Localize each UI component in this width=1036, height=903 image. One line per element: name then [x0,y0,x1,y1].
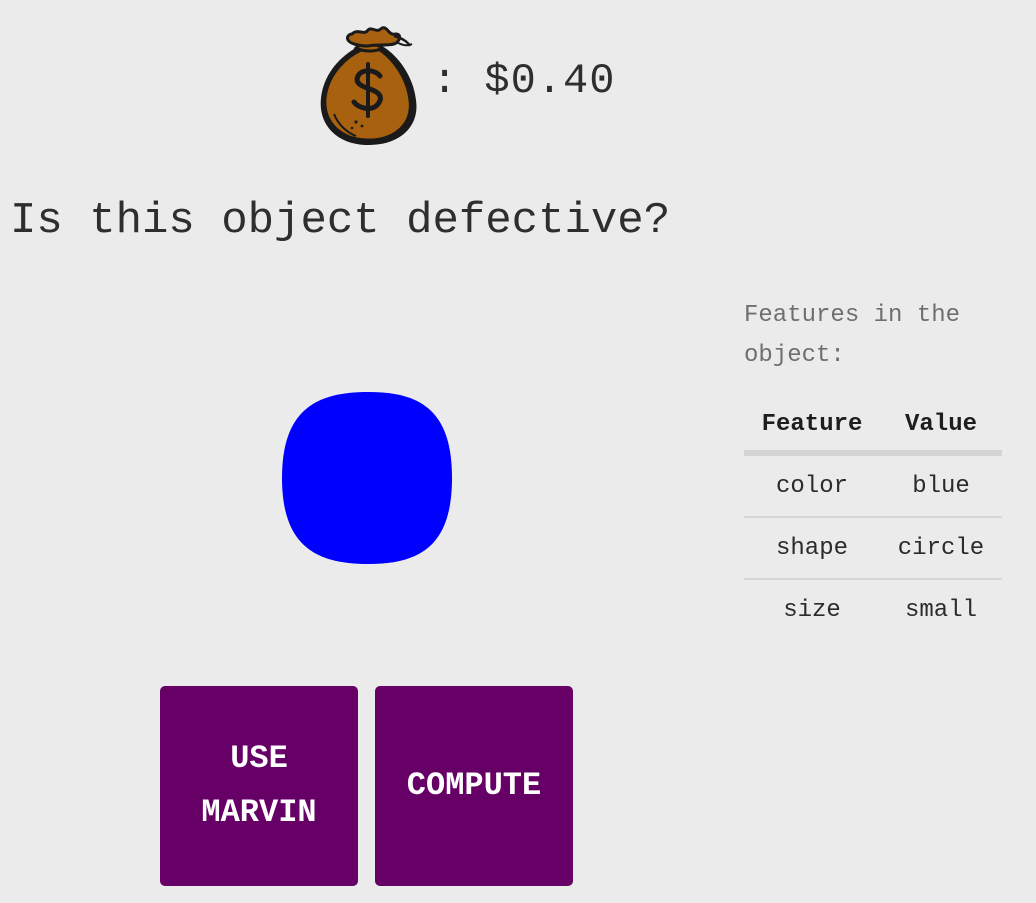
object-display [282,392,452,564]
feature-value: small [904,596,977,624]
feature-name: size [783,596,841,624]
feature-value: blue [880,453,1002,518]
balance-amount: : $0.40 [432,57,616,105]
use-marvin-button[interactable]: USE MARVIN [160,686,358,886]
object-shape [282,392,452,564]
features-caption: Features in the object: [744,302,961,369]
table-header-row: Feature Value [744,398,1002,456]
feature-name: color [744,453,880,518]
header: : $0.40 [0,0,1036,160]
feature-table: Feature Value color blue shape circle si… [744,398,1002,640]
feature-value: circle [880,517,1002,580]
features-panel: Features in the object: Feature Value co… [744,296,1004,640]
table-row: size small [744,579,1002,640]
feature-name: shape [744,517,880,580]
table-row: shape circle [744,517,1002,580]
column-header-feature: Feature [744,398,880,456]
table-row: color blue [744,453,1002,518]
money-bag-icon [320,26,417,146]
question-heading: Is this object defective? [10,196,671,246]
compute-button[interactable]: COMPUTE [375,686,573,886]
column-header-value: Value [880,398,1002,456]
